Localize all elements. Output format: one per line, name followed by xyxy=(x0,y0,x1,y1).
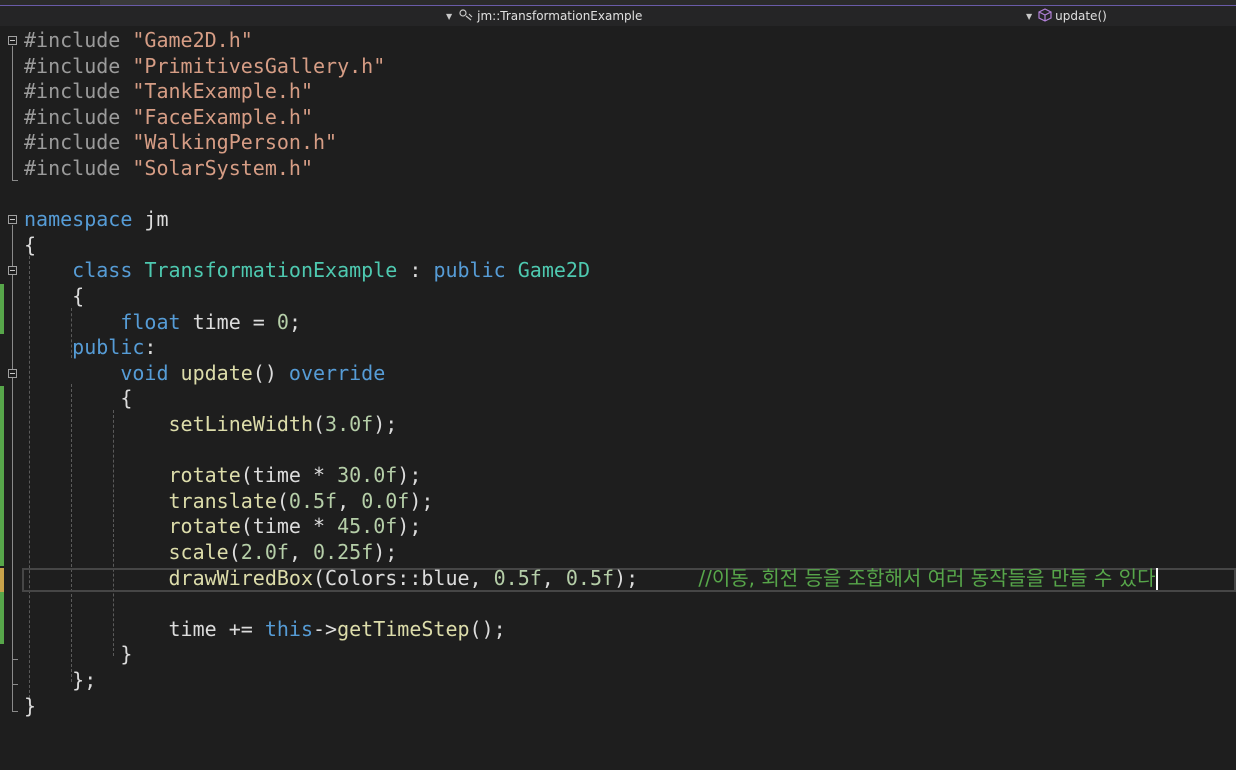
include-file: "PrimitivesGallery.h" xyxy=(132,53,386,78)
include-file: "FaceExample.h" xyxy=(132,104,313,129)
code-line-8[interactable]: namespace jm xyxy=(0,207,1236,233)
keyword: public xyxy=(72,335,145,360)
code-line-15[interactable]: { xyxy=(0,386,1236,412)
include-file: "SolarSystem.h" xyxy=(132,156,313,180)
include-directive: #include xyxy=(24,53,121,78)
code-line-26[interactable]: }; xyxy=(0,668,1236,694)
number-literal: 0.5f xyxy=(493,565,542,590)
function-call: setLineWidth xyxy=(168,412,314,436)
function-call: drawWiredBox xyxy=(168,565,314,590)
number-literal: 0.5f xyxy=(565,565,615,590)
method-cube-icon xyxy=(1038,7,1052,25)
number-literal: 0.0f xyxy=(361,488,410,513)
function-call: rotate xyxy=(168,514,241,539)
class-members-icon xyxy=(458,8,474,25)
code-line-10[interactable]: class TransformationExample : public Gam… xyxy=(0,258,1236,284)
number-literal: 2.0f xyxy=(240,540,289,564)
include-directive: #include xyxy=(24,130,121,155)
include-directive: #include xyxy=(24,28,121,52)
code-line-25[interactable]: } xyxy=(0,642,1236,668)
active-document-tab[interactable] xyxy=(100,0,230,5)
code-line-4[interactable]: #include "FaceExample.h" xyxy=(0,105,1236,131)
argument: Colors::blue, xyxy=(325,565,494,590)
code-line-5[interactable]: #include "WalkingPerson.h" xyxy=(0,130,1236,156)
code-line-19[interactable]: translate(0.5f, 0.0f); xyxy=(0,489,1236,515)
code-line-16[interactable]: setLineWidth(3.0f); xyxy=(0,412,1236,438)
brace: } xyxy=(120,642,133,667)
number-literal: 0.5f xyxy=(288,488,338,513)
brace: }; xyxy=(72,668,97,692)
include-directive: #include xyxy=(24,79,121,104)
code-line-14[interactable]: void update() override xyxy=(0,361,1236,387)
class-scope-label: jm::TransformationExample xyxy=(477,9,643,23)
function-call: scale xyxy=(168,540,229,564)
number-literal: 3.0f xyxy=(325,412,374,436)
keyword: void xyxy=(120,360,169,385)
code-editor[interactable]: #include "Game2D.h" #include "Primitives… xyxy=(0,26,1236,748)
code-line-27[interactable]: } xyxy=(0,694,1236,720)
number-literal: 45.0f xyxy=(337,514,398,539)
code-line-24[interactable]: time += this->getTimeStep(); xyxy=(0,617,1236,643)
text-cursor xyxy=(1156,568,1159,591)
code-line-22[interactable]: drawWiredBox(Colors::blue, 0.5f, 0.5f); … xyxy=(0,566,1236,592)
code-line-21[interactable]: scale(2.0f, 0.25f); xyxy=(0,540,1236,566)
number-literal: 30.0f xyxy=(337,463,398,488)
function-call: translate xyxy=(168,488,277,513)
number-literal: 0.25f xyxy=(313,540,374,564)
keyword: class xyxy=(72,258,133,283)
keyword: this xyxy=(264,616,313,641)
function-call: rotate xyxy=(168,463,241,488)
code-line-18[interactable]: rotate(time * 30.0f); xyxy=(0,463,1236,489)
include-file: "Game2D.h" xyxy=(132,28,253,52)
brace: { xyxy=(120,386,133,411)
include-directive: #include xyxy=(24,104,121,129)
brace: { xyxy=(24,232,37,257)
number-literal: 0 xyxy=(276,309,289,334)
base-class-name: Game2D xyxy=(517,258,590,283)
code-line-12[interactable]: float time = 0; xyxy=(0,310,1236,336)
namespace-name: jm xyxy=(144,207,169,232)
keyword: override xyxy=(288,360,386,385)
include-file: "TankExample.h" xyxy=(132,79,313,104)
dropdown-arrow-icon[interactable]: ▼ xyxy=(1026,12,1032,21)
code-line-11[interactable]: { xyxy=(0,284,1236,310)
class-scope-dropdown[interactable]: ▼ jm::TransformationExample xyxy=(446,6,1036,26)
brace: { xyxy=(72,284,85,308)
code-line-6[interactable]: #include "SolarSystem.h" xyxy=(0,156,1236,182)
keyword: public xyxy=(433,258,506,283)
code-line-13[interactable]: public: xyxy=(0,335,1236,361)
keyword: namespace xyxy=(24,207,133,232)
function-name: update xyxy=(180,360,253,385)
code-line-9[interactable]: { xyxy=(0,233,1236,259)
code-line-3[interactable]: #include "TankExample.h" xyxy=(0,79,1236,105)
function-call: getTimeStep xyxy=(337,616,470,641)
code-line-20[interactable]: rotate(time * 45.0f); xyxy=(0,514,1236,540)
include-directive: #include xyxy=(24,156,121,180)
class-name: TransformationExample xyxy=(144,258,398,283)
include-file: "WalkingPerson.h" xyxy=(132,130,338,155)
member-scope-dropdown[interactable]: ▼ update() xyxy=(1026,6,1236,26)
keyword: float xyxy=(120,309,181,334)
code-line-2[interactable]: #include "PrimitivesGallery.h" xyxy=(0,54,1236,80)
brace: } xyxy=(24,693,37,718)
member-scope-label: update() xyxy=(1055,9,1107,23)
code-comment: //이동, 회전 등을 조합해서 여러 동작들을 만들 수 있다 xyxy=(698,565,1156,590)
navigation-bar: ▼ jm::TransformationExample ▼ update() xyxy=(0,6,1236,26)
code-line-1[interactable]: #include "Game2D.h" xyxy=(0,28,1236,54)
dropdown-arrow-icon[interactable]: ▼ xyxy=(446,12,452,21)
